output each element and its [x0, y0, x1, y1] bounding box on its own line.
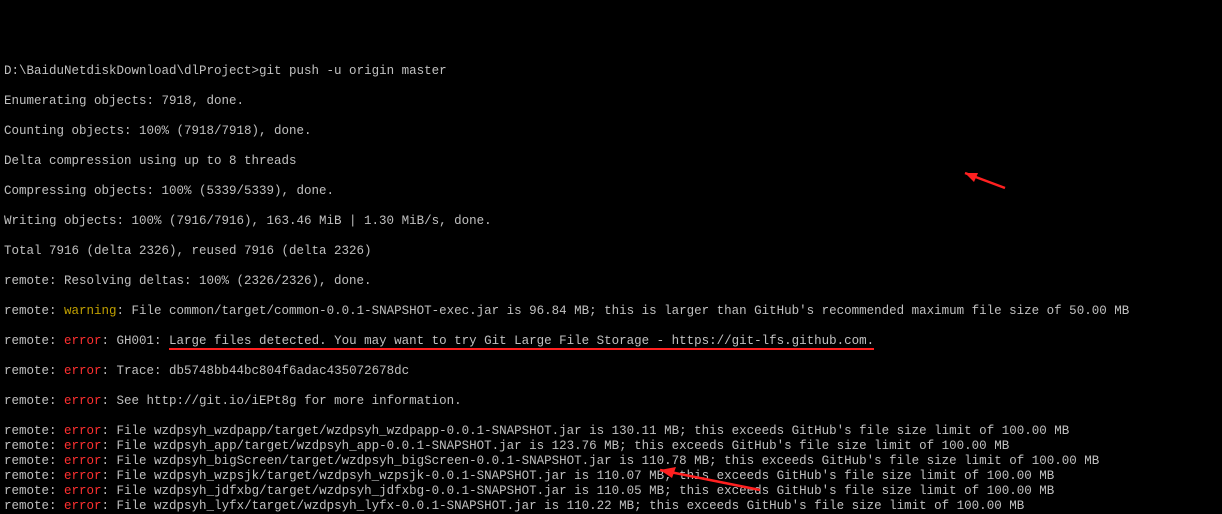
file-size-error-line: remote: error: File wzdpsyh_wzdpapp/targ… [4, 424, 1222, 439]
terminal-output-line: Total 7916 (delta 2326), reused 7916 (de… [4, 244, 1222, 259]
trace-message: : Trace: db5748bb44bc804f6adac435072678d… [102, 364, 410, 378]
remote-prefix: remote: [4, 454, 64, 468]
remote-see-line: remote: error: See http://git.io/iEPt8g … [4, 394, 1222, 409]
error-message: File wzdpsyh_jdfxbg/target/wzdpsyh_jdfxb… [117, 484, 1055, 498]
remote-prefix: remote: [4, 424, 64, 438]
see-message: : See http://git.io/iEPt8g for more info… [102, 394, 462, 408]
file-size-error-line: remote: error: File wzdpsyh_lyfx/target/… [4, 499, 1222, 514]
error-message: File wzdpsyh_wzpsjk/target/wzdpsyh_wzpsj… [117, 469, 1055, 483]
terminal-prompt-line: D:\BaiduNetdiskDownload\dlProject>git pu… [4, 64, 1222, 79]
remote-trace-line: remote: error: Trace: db5748bb44bc804f6a… [4, 364, 1222, 379]
error-tag: error [64, 394, 102, 408]
terminal-command: git push -u origin master [259, 64, 447, 78]
terminal-output-line: Compressing objects: 100% (5339/5339), d… [4, 184, 1222, 199]
file-size-error-line: remote: error: File wzdpsyh_app/target/w… [4, 439, 1222, 454]
remote-prefix: remote: [4, 304, 64, 318]
error-colon: : [102, 499, 117, 513]
terminal-output-line: Counting objects: 100% (7918/7918), done… [4, 124, 1222, 139]
remote-prefix: remote: [4, 484, 64, 498]
warning-tag: warning [64, 304, 117, 318]
error-colon: : [102, 439, 117, 453]
remote-prefix: remote: [4, 394, 64, 408]
error-tag: error [64, 484, 102, 498]
remote-prefix: remote: [4, 499, 64, 513]
remote-prefix: remote: [4, 364, 64, 378]
error-message: File wzdpsyh_bigScreen/target/wzdpsyh_bi… [117, 454, 1100, 468]
error-tag: error [64, 454, 102, 468]
error-message: File wzdpsyh_lyfx/target/wzdpsyh_lyfx-0.… [117, 499, 1025, 513]
terminal-output-line: Writing objects: 100% (7916/7916), 163.4… [4, 214, 1222, 229]
terminal-output-line: remote: Resolving deltas: 100% (2326/232… [4, 274, 1222, 289]
remote-gh001-line: remote: error: GH001: Large files detect… [4, 334, 1222, 349]
remote-warning-line: remote: warning: File common/target/comm… [4, 304, 1222, 319]
gh001-message-underlined: Large files detected. You may want to tr… [169, 334, 874, 350]
remote-prefix: remote: [4, 334, 64, 348]
terminal-output-line: Enumerating objects: 7918, done. [4, 94, 1222, 109]
error-tag: error [64, 334, 102, 348]
terminal-path: D:\BaiduNetdiskDownload\dlProject> [4, 64, 259, 78]
file-size-error-line: remote: error: File wzdpsyh_bigScreen/ta… [4, 454, 1222, 469]
error-tag: error [64, 439, 102, 453]
remote-prefix: remote: [4, 439, 64, 453]
error-tag: error [64, 469, 102, 483]
file-size-error-line: remote: error: File wzdpsyh_wzpsjk/targe… [4, 469, 1222, 484]
error-colon: : [102, 454, 117, 468]
error-colon: : [102, 484, 117, 498]
terminal-output-line: Delta compression using up to 8 threads [4, 154, 1222, 169]
error-colon: : [102, 424, 117, 438]
error-message: File wzdpsyh_wzdpapp/target/wzdpsyh_wzdp… [117, 424, 1070, 438]
error-tag: error [64, 364, 102, 378]
remote-prefix: remote: [4, 469, 64, 483]
gh001-prefix: : GH001: [102, 334, 170, 348]
file-size-error-line: remote: error: File wzdpsyh_jdfxbg/targe… [4, 484, 1222, 499]
warning-message: : File common/target/common-0.0.1-SNAPSH… [117, 304, 1130, 318]
error-tag: error [64, 499, 102, 513]
error-colon: : [102, 469, 117, 483]
file-size-error-list: remote: error: File wzdpsyh_wzdpapp/targ… [4, 424, 1222, 514]
error-tag: error [64, 424, 102, 438]
error-message: File wzdpsyh_app/target/wzdpsyh_app-0.0.… [117, 439, 1010, 453]
